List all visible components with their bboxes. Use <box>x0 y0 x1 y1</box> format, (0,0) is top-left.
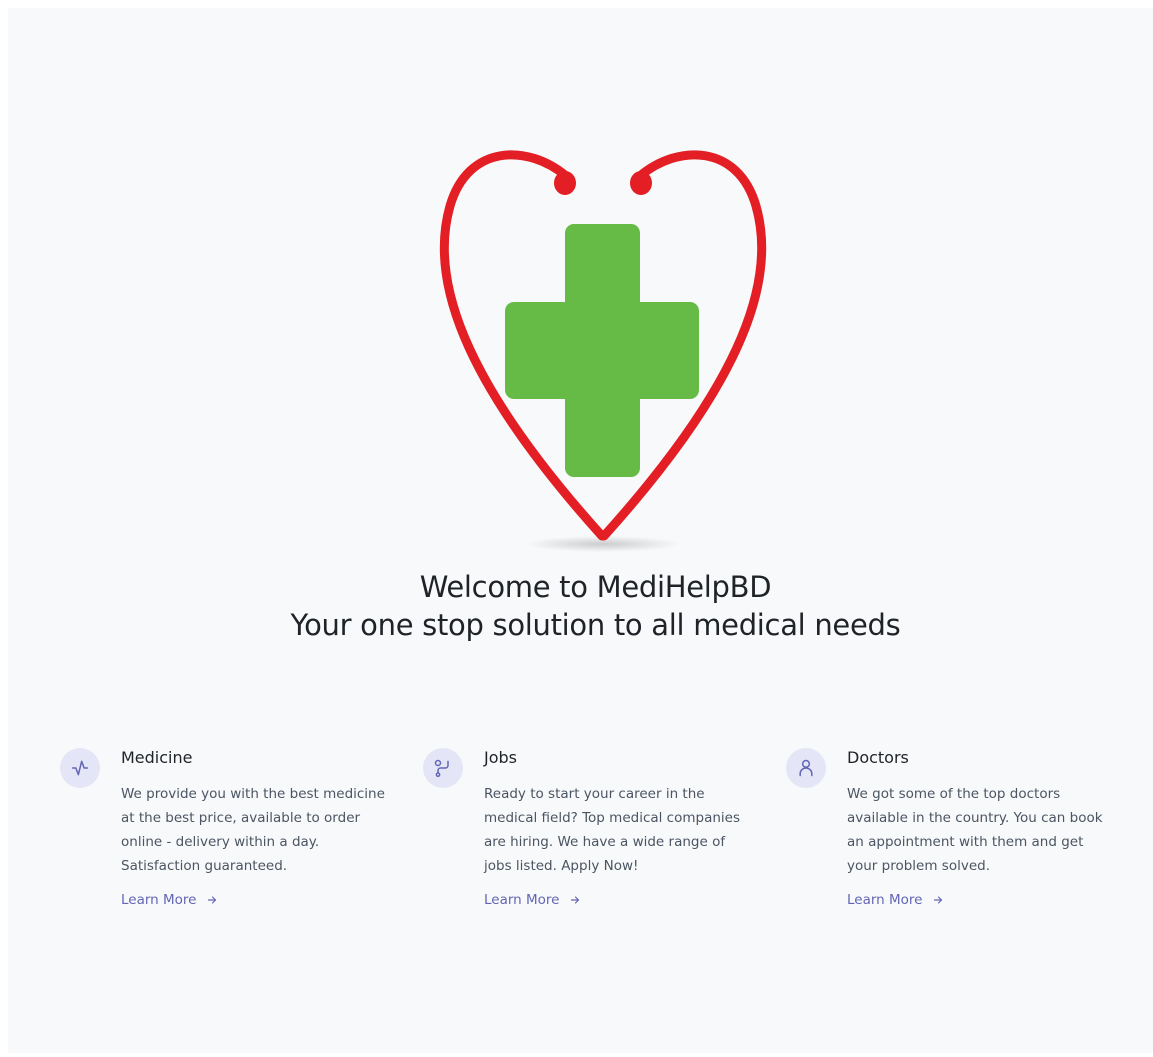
welcome-heading: Welcome to MediHelpBD Your one stop solu… <box>8 568 1153 644</box>
heart-knob-left <box>554 171 576 195</box>
feature-doctors-icon-circle <box>786 748 826 788</box>
learn-more-jobs-link[interactable]: Learn More <box>484 892 581 908</box>
feature-title: Doctors <box>847 748 909 767</box>
pulse-icon <box>71 760 89 776</box>
heart-knob-right <box>630 171 652 195</box>
arrow-right-icon <box>570 896 579 904</box>
feature-description: We got some of the top doctors available… <box>847 786 1103 874</box>
learn-more-label: Learn More <box>121 892 197 908</box>
arrow-right-icon <box>207 896 216 904</box>
feature-title: Jobs <box>484 748 517 767</box>
welcome-title: Welcome to MediHelpBD <box>419 570 772 604</box>
feature-description: We provide you with the best medicine at… <box>121 786 385 874</box>
learn-more-label: Learn More <box>847 892 923 908</box>
learn-more-medicine-link[interactable]: Learn More <box>121 892 218 908</box>
learn-more-label: Learn More <box>484 892 560 908</box>
feature-description: Ready to start your career in the medica… <box>484 786 741 874</box>
cross-horizontal <box>505 302 699 399</box>
feature-title: Medicine <box>121 748 193 767</box>
feature-jobs-icon-circle <box>423 748 463 788</box>
learn-more-doctors-link[interactable]: Learn More <box>847 892 944 908</box>
user-icon <box>799 759 813 777</box>
welcome-subtitle: Your one stop solution to all medical ne… <box>290 608 901 642</box>
arrow-right-icon <box>933 896 942 904</box>
feature-medicine-icon-circle <box>60 748 100 788</box>
stethoscope-icon <box>434 759 449 778</box>
page: Welcome to MediHelpBD Your one stop solu… <box>8 8 1153 1053</box>
medihelpbd-logo <box>439 150 767 552</box>
